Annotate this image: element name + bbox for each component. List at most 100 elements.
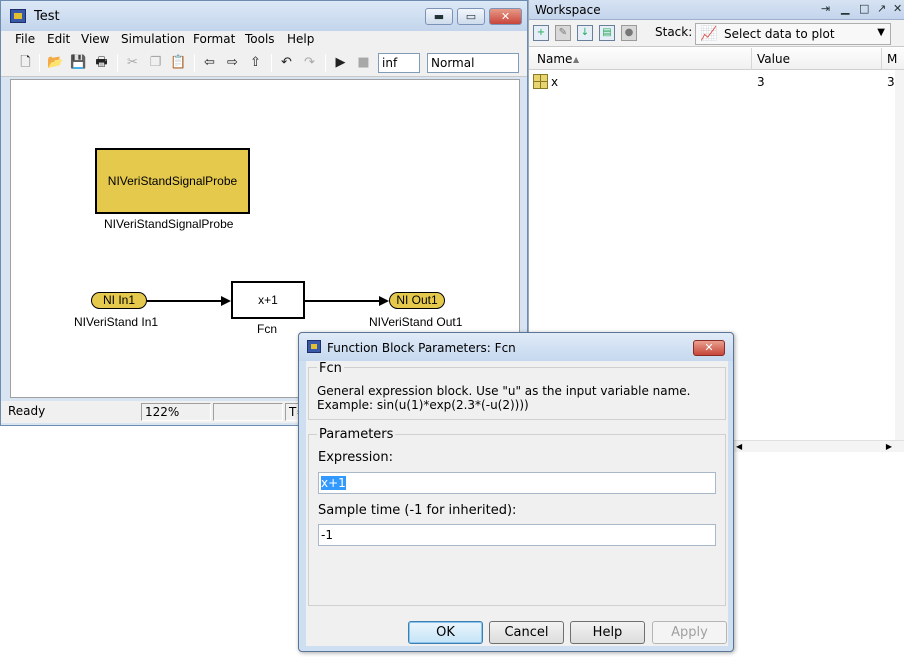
- simulation-mode-select[interactable]: Normal: [427, 53, 519, 73]
- variable-value: 3: [757, 75, 765, 89]
- sample-time-label: Sample time (-1 for inherited):: [318, 503, 517, 518]
- menu-bar: File Edit View Simulation Format Tools H…: [1, 31, 527, 49]
- menu-file[interactable]: File: [15, 32, 35, 46]
- plot-selector[interactable]: 📈 Select data to plot ▼: [695, 23, 891, 45]
- sample-time-value: -1: [321, 528, 333, 542]
- up-arrow-icon[interactable]: ⇧: [247, 55, 264, 71]
- maximize-button[interactable]: ▭: [457, 8, 485, 25]
- expression-value: x+1: [321, 476, 346, 490]
- sort-ascending-icon: ▲: [573, 55, 580, 64]
- signal-probe-block[interactable]: NIVeriStandSignalProbe: [95, 148, 250, 214]
- workspace-table-header: Name ▲ Value M: [529, 48, 904, 70]
- import-data-icon[interactable]: ↓: [577, 25, 593, 41]
- table-row[interactable]: x 3 3: [529, 72, 904, 92]
- toolbar-separator: [117, 54, 118, 72]
- column-divider[interactable]: [751, 48, 752, 70]
- dialog-title: Function Block Parameters: Fcn: [327, 341, 516, 355]
- save-workspace-icon[interactable]: ▤: [599, 25, 615, 41]
- plot-selector-text: Select data to plot: [724, 27, 835, 41]
- minimize-button[interactable]: ▬: [425, 8, 453, 25]
- sample-time-input[interactable]: -1: [318, 524, 716, 546]
- scroll-left-icon[interactable]: ◀: [736, 442, 742, 451]
- delete-variable-icon[interactable]: ●: [621, 25, 637, 41]
- block-description-group: Fcn General expression block. Use "u" as…: [308, 361, 726, 420]
- close-button[interactable]: ✕: [489, 8, 522, 25]
- undo-icon[interactable]: ↶: [278, 55, 295, 71]
- column-header-name[interactable]: Name: [537, 52, 572, 66]
- fcn-block[interactable]: x+1: [231, 281, 305, 319]
- model-titlebar[interactable]: Test ▬ ▭ ✕: [1, 1, 527, 31]
- close-icon[interactable]: ✕: [893, 2, 902, 15]
- menu-edit[interactable]: Edit: [47, 32, 70, 46]
- vertical-scrollbar[interactable]: [895, 70, 904, 445]
- dialog-titlebar[interactable]: Function Block Parameters: Fcn ✕: [299, 333, 733, 361]
- help-button[interactable]: Help: [570, 621, 645, 644]
- out-port-label[interactable]: NIVeriStand Out1: [369, 315, 462, 329]
- minimize-icon[interactable]: ▁: [841, 2, 849, 15]
- scroll-right-icon[interactable]: ▶: [886, 442, 892, 451]
- parameters-title: Parameters: [317, 427, 396, 442]
- column-header-value[interactable]: Value: [757, 52, 790, 66]
- signal-line[interactable]: [147, 300, 221, 302]
- variable-third: 3: [887, 75, 895, 89]
- toolbar-separator: [39, 54, 40, 72]
- in-port-block[interactable]: NI In1: [91, 292, 147, 309]
- paste-icon[interactable]: 📋: [170, 55, 187, 71]
- workspace-toolbar: + ✎ ↓ ▤ ● Stack: 📈 Select data to plot ▼: [529, 20, 904, 47]
- status-text: Ready: [8, 404, 46, 418]
- horizontal-scrollbar[interactable]: ◀ ▶: [734, 440, 904, 452]
- description-line-2: Example: sin(u(1)*exp(2.3*(-u(2)))): [317, 398, 529, 412]
- expression-input[interactable]: x+1: [318, 472, 716, 494]
- maximize-icon[interactable]: □: [859, 2, 869, 15]
- variable-name: x: [551, 75, 559, 89]
- in-port-label[interactable]: NIVeriStand In1: [74, 315, 158, 329]
- menu-help[interactable]: Help: [287, 32, 314, 46]
- open-folder-icon[interactable]: 📂: [47, 55, 64, 71]
- print-icon[interactable]: 🖶: [93, 55, 110, 71]
- cut-icon[interactable]: ✂: [124, 55, 141, 71]
- play-icon[interactable]: ▶: [332, 55, 349, 71]
- close-button[interactable]: ✕: [693, 340, 725, 356]
- stop-icon[interactable]: ■: [355, 55, 372, 71]
- undock-icon[interactable]: ↗: [877, 2, 886, 15]
- signal-probe-label[interactable]: NIVeriStandSignalProbe: [104, 217, 233, 231]
- menu-tools[interactable]: Tools: [245, 32, 275, 46]
- toolbar-separator: [194, 54, 195, 72]
- menu-view[interactable]: View: [81, 32, 109, 46]
- chevron-down-icon: ▼: [877, 27, 885, 38]
- plot-icon: 📈: [700, 26, 718, 42]
- function-block-parameters-dialog: Function Block Parameters: Fcn ✕ Fcn Gen…: [298, 332, 734, 652]
- matrix-variable-icon: [533, 74, 548, 89]
- cancel-button[interactable]: Cancel: [489, 621, 564, 644]
- out-port-block[interactable]: NI Out1: [389, 292, 445, 309]
- arrow-icon: [379, 296, 389, 306]
- workspace-title: Workspace: [535, 3, 601, 17]
- workspace-titlebar[interactable]: Workspace ⇥ ▁ □ ↗ ✕: [529, 0, 904, 20]
- column-header-third[interactable]: M: [887, 52, 897, 66]
- zoom-level: 122%: [141, 403, 211, 421]
- status-cell: [213, 403, 283, 421]
- toolbar-separator: [271, 54, 272, 72]
- new-variable-icon[interactable]: +: [533, 25, 549, 41]
- new-file-icon[interactable]: 🗋: [17, 55, 34, 71]
- copy-icon[interactable]: ❐: [147, 55, 164, 71]
- redo-icon[interactable]: ↷: [301, 55, 318, 71]
- simulink-app-icon: [10, 9, 26, 23]
- signal-line[interactable]: [305, 300, 379, 302]
- ok-button[interactable]: OK: [408, 621, 483, 644]
- dialog-body: Fcn General expression block. Use "u" as…: [306, 361, 728, 646]
- save-icon[interactable]: 💾: [70, 55, 87, 71]
- back-arrow-icon[interactable]: ⇦: [201, 55, 218, 71]
- forward-arrow-icon[interactable]: ⇨: [224, 55, 241, 71]
- expression-label: Expression:: [318, 450, 393, 465]
- dock-icon[interactable]: ⇥: [821, 2, 830, 15]
- arrow-icon: [221, 296, 231, 306]
- apply-button[interactable]: Apply: [652, 621, 727, 644]
- menu-format[interactable]: Format: [193, 32, 235, 46]
- menu-simulation[interactable]: Simulation: [121, 32, 185, 46]
- open-variable-icon[interactable]: ✎: [555, 25, 571, 41]
- column-divider[interactable]: [881, 48, 882, 70]
- model-toolbar: 🗋 📂 💾 🖶 ✂ ❐ 📋 ⇦ ⇨ ⇧ ↶ ↷ ▶ ■ inf Normal: [1, 49, 527, 77]
- stop-time-input[interactable]: inf: [378, 53, 420, 73]
- fcn-label[interactable]: Fcn: [257, 322, 277, 336]
